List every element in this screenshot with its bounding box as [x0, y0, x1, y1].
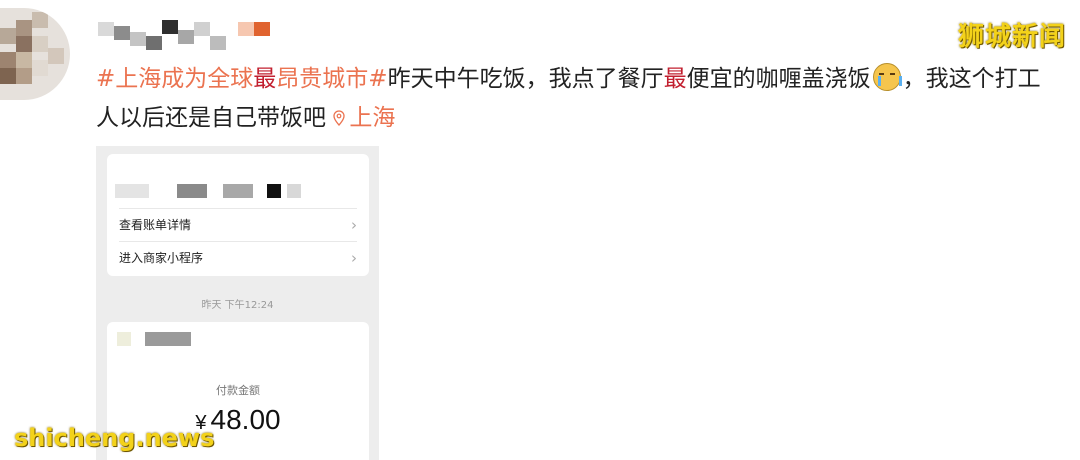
- merchant-card: 查看账单详情 › 进入商家小程序 ›: [107, 154, 369, 276]
- menu-item-mini-program[interactable]: 进入商家小程序 ›: [119, 243, 357, 273]
- post-body-a: 昨天中午吃饭，我点了餐厅: [387, 66, 664, 92]
- watermark-bottom: shicheng.news: [14, 424, 215, 452]
- username[interactable]: [98, 18, 278, 54]
- message-timestamp: 昨天 下午12:24: [201, 300, 274, 311]
- location-link[interactable]: 上海: [333, 105, 395, 131]
- menu-item-label: 查看账单详情: [119, 218, 192, 232]
- topic-hashtag[interactable]: #上海成为全球最昂贵城市#: [96, 66, 388, 92]
- divider: [119, 208, 357, 209]
- post-body-b: 便宜的咖喱盖浇饭: [686, 66, 871, 92]
- chevron-right-icon: ›: [351, 249, 357, 267]
- watermark-top: 狮城新闻: [957, 22, 1066, 52]
- location-pin-icon: [333, 110, 345, 126]
- payment-label: 付款金额: [216, 384, 260, 397]
- chevron-right-icon: ›: [351, 216, 357, 234]
- amount-value: 48.00: [210, 404, 281, 435]
- menu-item-bill-details[interactable]: 查看账单详情 ›: [119, 210, 357, 240]
- post-highlight: 最: [663, 66, 687, 92]
- avatar[interactable]: [0, 8, 70, 100]
- crying-face-icon: [872, 63, 902, 91]
- location-label: 上海: [349, 105, 396, 131]
- post-text: #上海成为全球最昂贵城市#昨天中午吃饭，我点了餐厅最便宜的咖喱盖浇饭 ，我这个打工…: [96, 60, 1056, 138]
- post-image[interactable]: 查看账单详情 › 进入商家小程序 › 昨天 下午12:24 付款金额 ¥48.0…: [96, 146, 379, 460]
- divider: [119, 241, 357, 242]
- menu-item-label: 进入商家小程序: [119, 251, 204, 265]
